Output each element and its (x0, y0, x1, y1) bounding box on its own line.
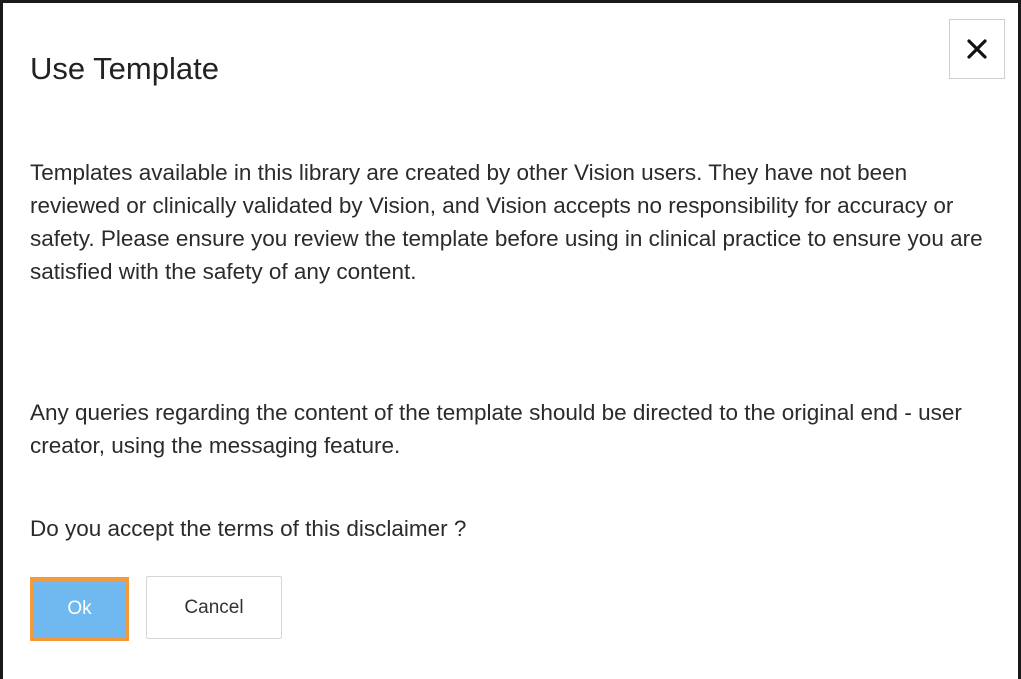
use-template-dialog: Use Template Templates available in this… (0, 0, 1021, 679)
cancel-button[interactable]: Cancel (146, 576, 282, 639)
ok-button[interactable]: Ok (30, 577, 129, 641)
close-button[interactable] (949, 19, 1005, 79)
disclaimer-paragraph: Templates available in this library are … (30, 160, 983, 284)
close-icon (966, 38, 988, 60)
queries-paragraph: Any queries regarding the content of the… (30, 400, 962, 458)
dialog-title: Use Template (30, 51, 219, 86)
accept-question: Do you accept the terms of this disclaim… (30, 516, 467, 541)
